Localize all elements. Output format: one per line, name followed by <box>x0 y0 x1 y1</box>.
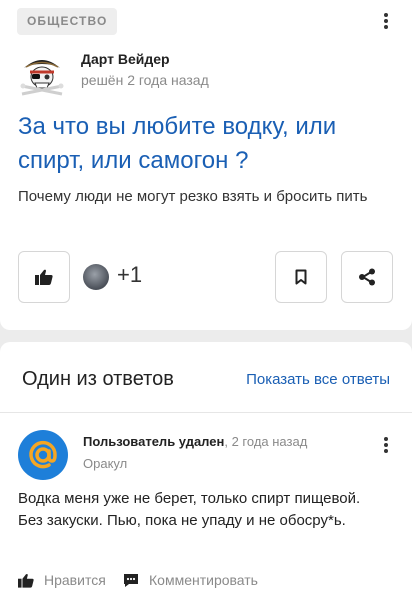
share-icon <box>359 268 375 286</box>
like-button[interactable] <box>18 251 70 303</box>
more-icon[interactable] <box>379 10 393 32</box>
divider <box>0 412 412 413</box>
question-card: ОБЩЕСТВО Дарт Вейдер решён 2 года назад … <box>0 0 412 330</box>
comment-icon <box>124 573 138 587</box>
answer-text: Водка меня уже не берет, только спирт пи… <box>18 490 361 529</box>
thumbs-up-icon <box>35 269 53 285</box>
answer-avatar[interactable] <box>18 430 68 480</box>
author-name[interactable]: Дарт Вейдер <box>81 51 170 67</box>
like-label: Нравится <box>44 572 106 588</box>
answer-like-button[interactable]: Нравится <box>18 572 106 588</box>
answer-more-icon[interactable] <box>379 434 393 456</box>
comment-label: Комментировать <box>149 572 258 588</box>
bookmark-button[interactable] <box>275 251 327 303</box>
bookmark-icon <box>295 269 307 285</box>
question-status: решён 2 года назад <box>81 72 209 88</box>
answer-author[interactable]: Пользователь удален, 2 года назад <box>83 434 307 449</box>
answer-role: Оракул <box>83 456 128 471</box>
answers-card: Один из ответов Показать все ответы Поль… <box>0 342 412 604</box>
answer-comment-button[interactable]: Комментировать <box>123 572 258 588</box>
at-sign-icon <box>29 440 57 469</box>
likers-count[interactable]: +1 <box>117 262 142 288</box>
question-description: Почему люди не могут резко взять и броси… <box>18 188 368 205</box>
category-tag[interactable]: ОБЩЕСТВО <box>17 8 118 35</box>
question-title[interactable]: За что вы любите водку, или спирт, или с… <box>18 110 403 178</box>
show-all-answers-link[interactable]: Показать все ответы <box>246 371 390 388</box>
liker-avatar[interactable] <box>83 264 109 290</box>
share-button[interactable] <box>341 251 393 303</box>
thumbs-up-icon <box>18 573 34 588</box>
answer-author-name[interactable]: Пользователь удален <box>83 434 224 449</box>
answer-time: , 2 года назад <box>224 434 308 449</box>
author-avatar[interactable] <box>18 50 66 98</box>
section-title: Один из ответов <box>22 368 174 390</box>
